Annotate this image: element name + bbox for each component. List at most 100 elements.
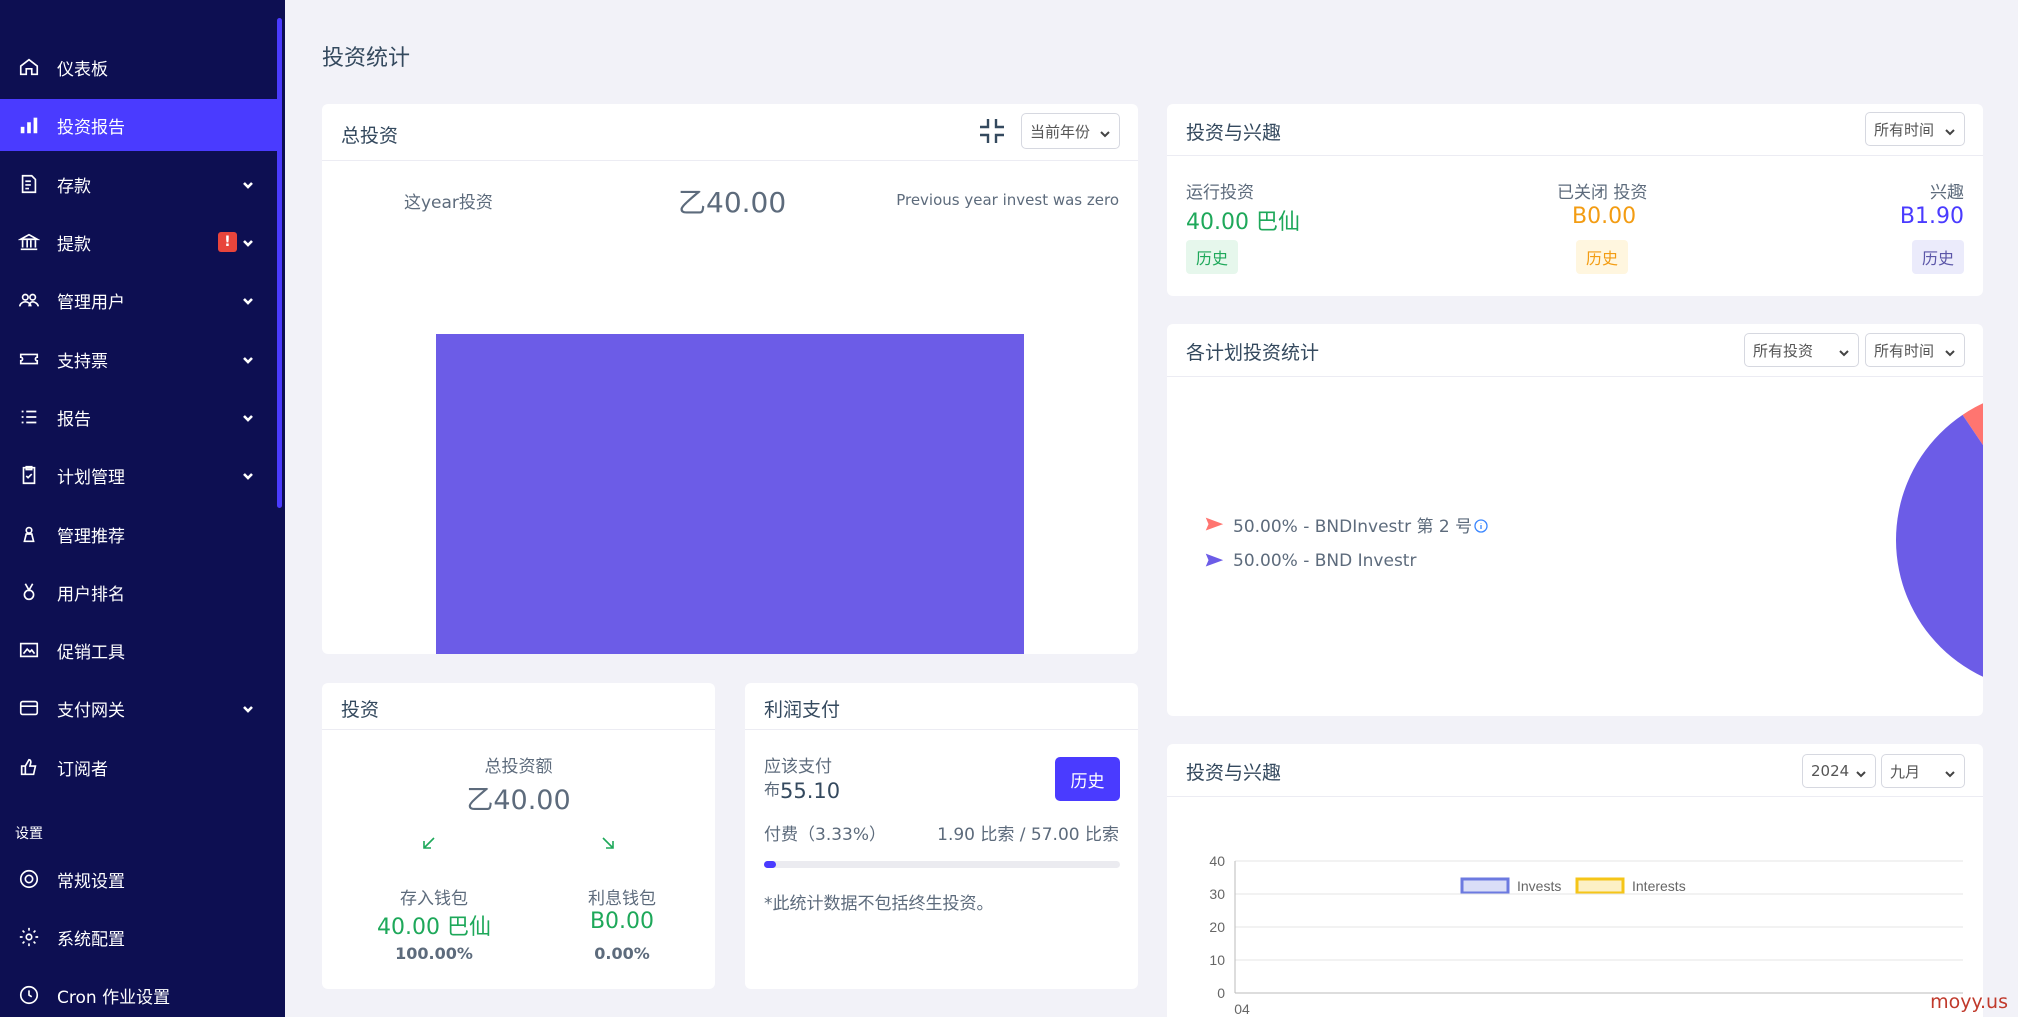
pie-slice <box>1896 414 1983 677</box>
running-invest-label: 运行投资 <box>1186 183 1254 203</box>
pie-legend-item: 50.00% - BNDInvestr 第 2 号 <box>1203 512 1488 537</box>
fee-label: 付费（3.33%） <box>764 825 887 845</box>
plan-pie-chart <box>1896 403 1983 677</box>
select-value: 九月 <box>1890 762 1921 781</box>
users-icon <box>17 288 41 312</box>
sidebar-item-label: 投资报告 <box>57 117 125 138</box>
sidebar-item-cron-settings[interactable]: Cron 作业设置 <box>0 969 277 1017</box>
x-tick-label: 04 <box>1234 1001 1250 1017</box>
sidebar-item-label: Cron 作业设置 <box>57 987 171 1008</box>
interest-wallet-label: 利息钱包 <box>588 889 656 909</box>
payout-history-button[interactable]: 历史 <box>1055 757 1120 801</box>
referral-icon <box>17 522 41 546</box>
interest-history-button[interactable]: 历史 <box>1911 240 1964 274</box>
pie-legend-label: 50.00% - BND Investr <box>1233 551 1417 571</box>
gear-icon <box>17 925 41 949</box>
time-filter-select[interactable]: 所有时间 <box>1865 112 1965 146</box>
fee-progress-track <box>764 861 1120 868</box>
pie-legend-label: 50.00% - BNDInvestr 第 2 号 <box>1233 517 1473 537</box>
deposit-icon <box>17 172 41 196</box>
list-icon <box>17 405 41 429</box>
stats-note: *此统计数据不包括终生投资。 <box>764 894 994 914</box>
sidebar-item-reports[interactable]: 报告 <box>0 391 277 443</box>
chevron-down-icon <box>1944 765 1956 778</box>
plan-filter-select[interactable]: 所有投资 <box>1744 333 1859 367</box>
legend-item: Invests <box>1460 877 1561 895</box>
sidebar-item-label: 系统配置 <box>57 929 125 950</box>
sidebar-item-subscribers[interactable]: 订阅者 <box>0 741 277 793</box>
alert-badge: ! <box>218 232 237 252</box>
closed-history-button[interactable]: 历史 <box>1576 240 1629 274</box>
deposit-wallet-label: 存入钱包 <box>400 889 468 909</box>
legend-swatch <box>1575 877 1625 895</box>
sidebar-item-label: 支持票 <box>57 351 108 372</box>
fee-progress-fill <box>764 861 776 868</box>
page-title: 投资统计 <box>322 46 411 71</box>
y-tick-label: 10 <box>1209 952 1225 968</box>
sidebar-item-dashboard[interactable]: 仪表板 <box>0 41 277 93</box>
sidebar-item-general-settings[interactable]: 常规设置 <box>0 853 277 905</box>
life-ring-icon <box>17 867 41 891</box>
invest-interest-chart-card: 投资与兴趣 2024 九月 Invests Interests 0 10 20 30 40 0… <box>1167 744 1983 1017</box>
sidebar-item-invest-report[interactable]: 投资报告 <box>0 99 277 151</box>
sidebar-item-promotion-tools[interactable]: 促销工具 <box>0 624 277 676</box>
sidebar-item-system-config[interactable]: 系统配置 <box>0 911 277 963</box>
settings-section-title: 设置 <box>15 826 43 842</box>
sidebar-item-manage-users[interactable]: 管理用户 <box>0 274 277 326</box>
y-tick-label: 20 <box>1209 919 1225 935</box>
pie-legend-item: 50.00% - BND Investr <box>1203 550 1416 572</box>
chevron-down-icon <box>1838 344 1850 357</box>
plan-stats-card: 各计划投资统计 所有投资 所有时间 50.00% - BNDInvestr 第 … <box>1167 324 1983 716</box>
legend-swatch <box>1460 877 1510 895</box>
interest-value: B1.90 <box>1899 204 1964 229</box>
select-value: 所有时间 <box>1874 341 1935 360</box>
total-invest-value: 乙40.00 <box>466 785 571 816</box>
sidebar-scrollbar[interactable] <box>277 18 282 508</box>
card-title: 各计划投资统计 <box>1186 342 1320 364</box>
y-tick-label: 40 <box>1209 853 1225 869</box>
sidebar-item-payment-gateways[interactable]: 支付网关 <box>0 682 277 734</box>
deposit-wallet-pct: 100.00% <box>395 944 473 963</box>
chevron-down-icon <box>241 410 255 424</box>
running-history-button[interactable]: 历史 <box>1186 240 1239 274</box>
card-header: 投资与兴趣 所有时间 <box>1167 104 1983 156</box>
sidebar-item-label: 管理推荐 <box>57 526 125 547</box>
time-filter-select[interactable]: 所有时间 <box>1865 333 1965 367</box>
sidebar-item-label: 报告 <box>57 409 91 430</box>
card-title: 投资与兴趣 <box>1186 762 1282 784</box>
y-tick-label: 0 <box>1217 985 1225 1001</box>
sidebar-item-label: 仪表板 <box>57 59 108 80</box>
card-icon <box>17 696 41 720</box>
year-select[interactable]: 2024 <box>1802 754 1876 788</box>
legend-label: Invests <box>1517 878 1561 894</box>
legend-label: Interests <box>1632 878 1686 894</box>
month-select[interactable]: 九月 <box>1881 754 1965 788</box>
legend-item: Interests <box>1575 877 1686 895</box>
bar-chart-icon <box>17 113 41 137</box>
deposit-wallet-value: 40.00 巴仙 <box>377 915 491 940</box>
sidebar-item-label: 计划管理 <box>57 467 125 488</box>
medal-icon <box>17 580 41 604</box>
thumbs-up-icon <box>17 755 41 779</box>
chevron-down-icon <box>1855 765 1867 778</box>
sidebar-item-referrals[interactable]: 管理推荐 <box>0 508 277 560</box>
card-header: 投资 <box>322 683 715 730</box>
card-header: 利润支付 <box>745 683 1138 730</box>
invest-interest-summary-card: 投资与兴趣 所有时间 运行投资 40.00 巴仙 历史 已关闭 投资 B0.00… <box>1167 104 1983 296</box>
sidebar-item-withdraw[interactable]: 提款 ! <box>0 216 277 268</box>
chevron-down-icon <box>1944 344 1956 357</box>
due-prefix: 布 <box>764 780 781 799</box>
sidebar-item-plan-management[interactable]: 计划管理 <box>0 449 277 501</box>
sidebar-item-support-tickets[interactable]: 支持票 <box>0 333 277 385</box>
watermark: moyy.us <box>1930 991 2008 1013</box>
info-icon[interactable] <box>1474 518 1488 533</box>
bar <box>436 334 1024 654</box>
chevron-down-icon <box>241 293 255 307</box>
sidebar-item-user-ranking[interactable]: 用户排名 <box>0 566 277 618</box>
sidebar-item-deposit[interactable]: 存款 <box>0 158 277 210</box>
select-value: 所有时间 <box>1874 120 1935 139</box>
image-icon <box>17 638 41 662</box>
total-invest-bar-chart <box>436 334 1024 654</box>
sidebar-item-label: 常规设置 <box>57 871 125 892</box>
interest-label: 兴趣 <box>1930 183 1964 203</box>
